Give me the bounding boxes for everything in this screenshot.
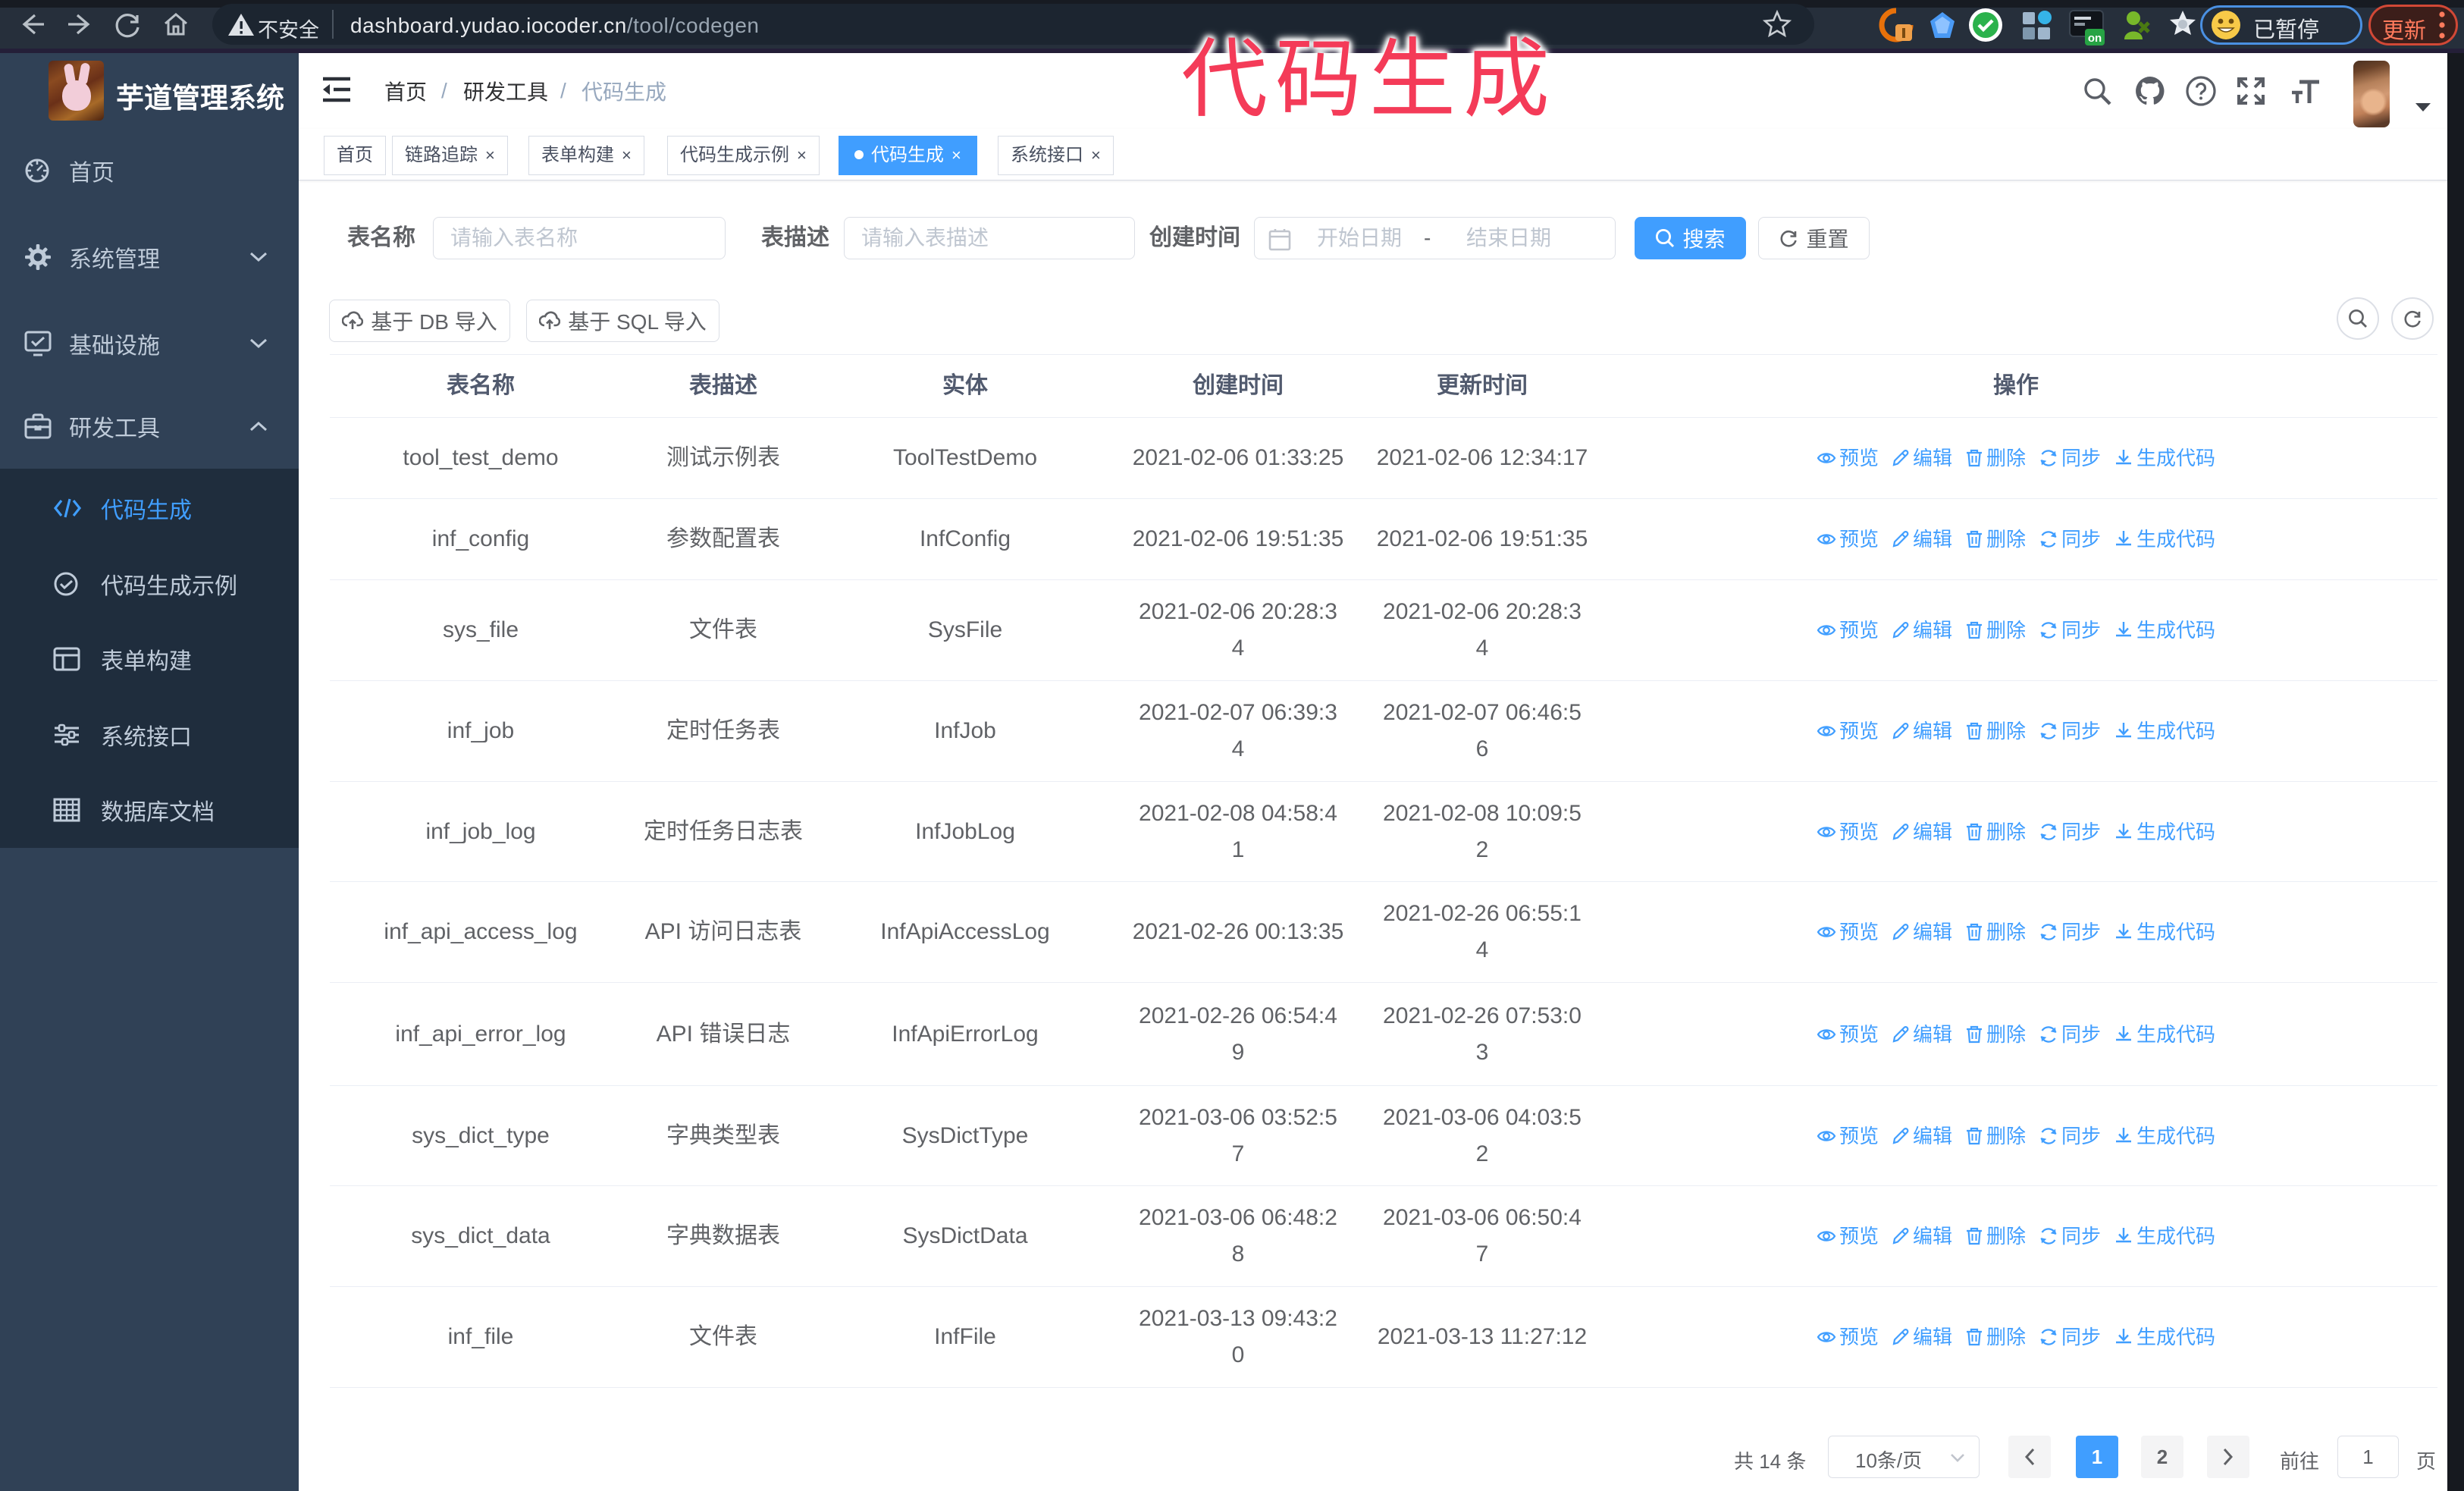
svg-text:on: on	[2088, 32, 2102, 45]
